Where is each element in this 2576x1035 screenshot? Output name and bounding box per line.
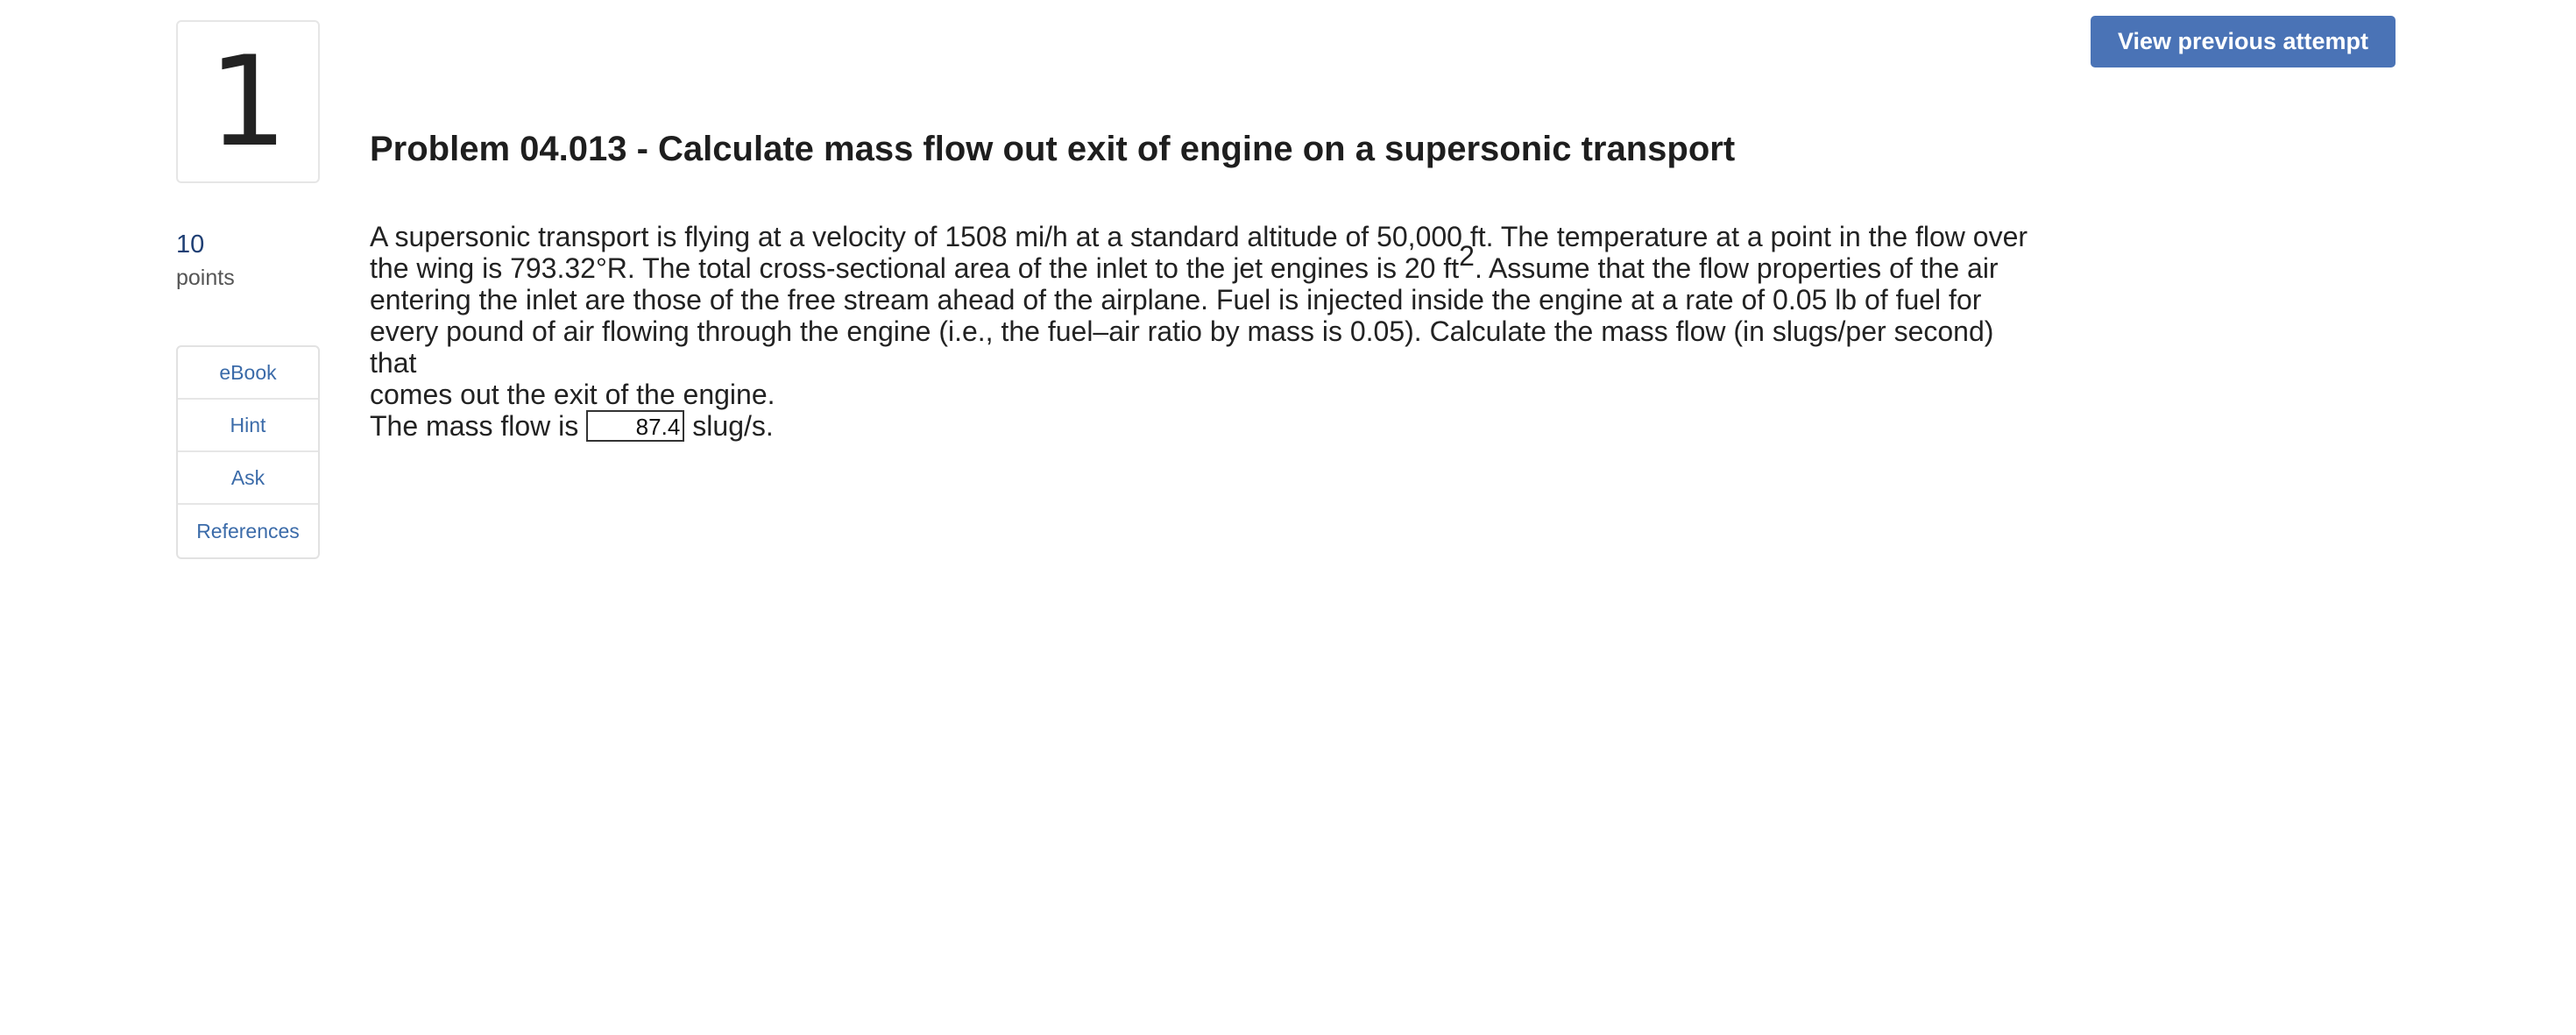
mass-flow-answer-input[interactable] — [586, 410, 685, 442]
answer-unit: slug/s. — [692, 410, 774, 442]
problem-text-line: A supersonic transport is flying at a ve… — [370, 221, 2028, 252]
points-label: points — [176, 266, 235, 290]
problem-text-line: the wing is 793.32°R. The total cross-se… — [370, 242, 2035, 284]
problem-statement: A supersonic transport is flying at a ve… — [370, 221, 2035, 442]
area-exponent: 2 — [1459, 240, 1475, 272]
references-link[interactable]: References — [178, 505, 318, 557]
question-page: 1 10 points eBook Hint Ask References Vi… — [0, 0, 2576, 1035]
view-previous-attempt-button[interactable]: View previous attempt — [2091, 16, 2396, 67]
problem-text-line: every pound of air flowing through the e… — [370, 315, 1994, 379]
problem-text-line: entering the inlet are those of the free… — [370, 284, 1982, 315]
problem-text-segment: the wing is 793.32°R. The total cross-se… — [370, 252, 1460, 284]
ebook-link[interactable]: eBook — [178, 347, 318, 400]
answer-prefix: The mass flow is — [370, 410, 579, 442]
problem-text-line: comes out the exit of the engine. — [370, 379, 775, 410]
question-tools-panel: eBook Hint Ask References — [176, 345, 320, 559]
answer-line: The mass flow is slug/s. — [370, 410, 2035, 442]
hint-link[interactable]: Hint — [178, 400, 318, 452]
points-value: 10 — [176, 230, 205, 259]
problem-title: Problem 04.013 - Calculate mass flow out… — [370, 130, 1736, 168]
question-number: 1 — [176, 20, 320, 183]
ask-link[interactable]: Ask — [178, 452, 318, 505]
problem-text-segment: . Assume that the flow properties of the… — [1474, 252, 1999, 284]
